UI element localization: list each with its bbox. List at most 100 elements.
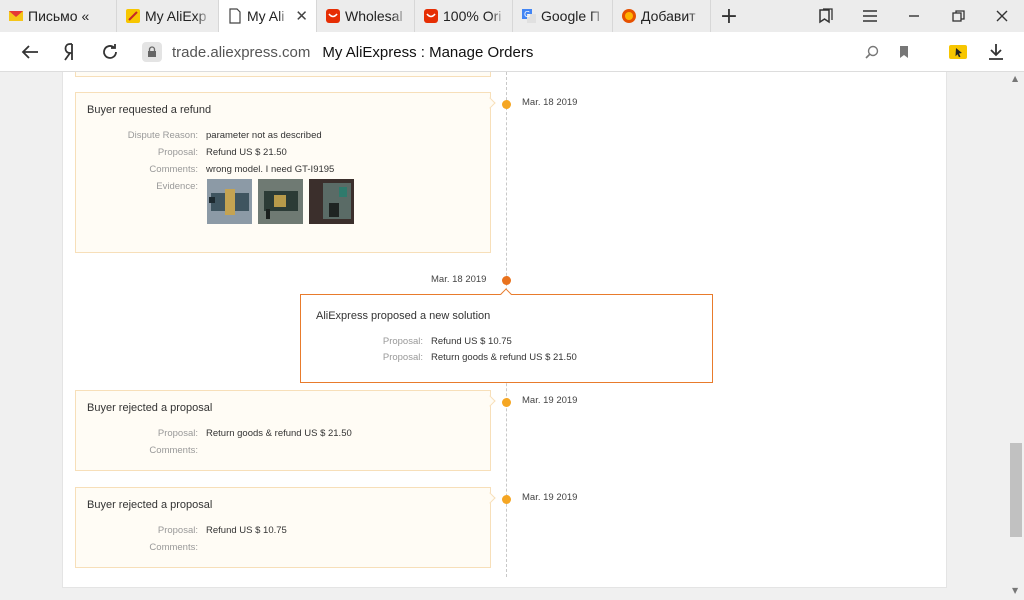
tab-my-aliexpress-active[interactable]: My Ali ✕ [219, 0, 317, 32]
proposal-row: Proposal: Refund US $ 21.50 [76, 147, 287, 158]
tabs-manager-button[interactable] [804, 0, 848, 32]
timeline-card-previous [75, 72, 491, 77]
field-value: Refund US $ 10.75 [206, 525, 287, 536]
mail-icon [9, 11, 23, 21]
tab-label: My Ali [247, 8, 285, 24]
proposal-row: Proposal: Refund US $ 10.75 [76, 525, 287, 536]
event-date: Mar. 18 2019 [522, 97, 578, 108]
dispute-reason-row: Dispute Reason: parameter not as describe… [76, 130, 322, 141]
field-value: parameter not as described [206, 130, 322, 141]
tab-label: My AliExp [145, 8, 207, 24]
card-title: Buyer requested a refund [87, 104, 212, 116]
timeline-dot [502, 398, 511, 407]
extension-button[interactable] [944, 38, 972, 66]
evidence-thumbnail-2[interactable] [258, 179, 303, 224]
yandex-button[interactable] [56, 38, 84, 66]
event-date: Mar. 19 2019 [522, 395, 578, 406]
extension-icon [622, 9, 636, 23]
card-pointer [484, 395, 496, 407]
card-pointer [484, 97, 496, 109]
tab-extension[interactable]: Добавит [613, 0, 711, 32]
minimize-button[interactable] [892, 0, 936, 32]
event-date: Mar. 19 2019 [522, 492, 578, 503]
timeline-dot [502, 495, 511, 504]
search-page-button[interactable] [858, 38, 886, 66]
timeline-card-buyer-rejected: Buyer rejected a proposal Proposal: Refun… [75, 487, 496, 568]
reload-icon [103, 44, 117, 59]
timeline-card-aliexpress-solution: AliExpress proposed a new solution Propo… [300, 288, 713, 383]
google-translate-icon: G [522, 9, 536, 23]
evidence-row: Evidence: [76, 181, 206, 192]
restore-button[interactable] [936, 0, 980, 32]
card-title: AliExpress proposed a new solution [316, 310, 491, 322]
event-date: Mar. 18 2019 [431, 274, 487, 285]
bookmark-button[interactable] [890, 38, 918, 66]
scroll-up-icon[interactable]: ▲ [1012, 74, 1018, 83]
tab-wholesale[interactable]: Wholesal [317, 0, 415, 32]
close-tab-icon[interactable]: ✕ [295, 7, 308, 25]
field-label: Dispute Reason: [127, 130, 198, 141]
hamburger-icon [863, 10, 877, 22]
aliexpress-icon [326, 9, 340, 23]
lock-icon[interactable] [142, 42, 162, 62]
yandex-logo-icon [64, 43, 73, 61]
url-domain: trade.aliexpress.com [172, 43, 311, 61]
tab-label: Добавит [641, 8, 696, 24]
svg-text:G: G [524, 10, 530, 19]
close-window-button[interactable] [980, 0, 1024, 32]
comments-row: Comments: wrong model. I need GT-I9195 [76, 164, 334, 175]
tab-label: Wholesal [345, 8, 403, 24]
tab-label: Google П [541, 8, 601, 24]
tab-my-aliexpress[interactable]: My AliExp [117, 0, 219, 32]
field-label: Proposal: [382, 336, 423, 347]
tab-original[interactable]: 100% Ori [415, 0, 513, 32]
field-label: Comments: [149, 542, 198, 553]
minimize-icon [909, 15, 919, 17]
menu-button[interactable] [848, 0, 892, 32]
field-value: Refund US $ 10.75 [431, 336, 512, 347]
scrollbar-thumb[interactable] [1010, 443, 1022, 537]
close-icon [996, 10, 1008, 22]
aliexpress-icon [126, 9, 140, 23]
search-icon [865, 45, 879, 59]
proposal-row: Proposal: Refund US $ 10.75 [301, 336, 512, 347]
page-icon [229, 8, 241, 24]
field-value: Return goods & refund US $ 21.50 [206, 428, 352, 439]
field-label: Proposal: [157, 147, 198, 158]
back-button[interactable] [16, 38, 44, 66]
dispute-timeline: Buyer requested a refund Dispute Reason:… [62, 72, 947, 588]
bookmark-tabs-icon [819, 8, 833, 24]
arrow-left-icon [21, 45, 38, 59]
downloads-button[interactable] [982, 38, 1010, 66]
field-label: Proposal: [382, 352, 423, 363]
field-label: Proposal: [157, 428, 198, 439]
proposal-row: Proposal: Return goods & refund US $ 21.5… [76, 428, 352, 439]
card-pointer [500, 288, 512, 300]
address-bar: trade.aliexpress.com My AliExpress : Man… [0, 32, 1024, 72]
comments-row: Comments: [76, 445, 206, 456]
bookmark-icon [900, 46, 908, 58]
scroll-down-icon[interactable]: ▼ [1012, 586, 1018, 595]
field-label: Comments: [149, 445, 198, 456]
comments-row: Comments: [76, 542, 206, 553]
cursor-extension-icon [949, 45, 967, 59]
evidence-thumbnail-1[interactable] [207, 179, 252, 224]
url-field[interactable]: trade.aliexpress.com My AliExpress : Man… [134, 36, 924, 68]
evidence-thumbnail-3[interactable] [309, 179, 354, 224]
field-value: Refund US $ 21.50 [206, 147, 287, 158]
tab-google-translate[interactable]: G Google П [513, 0, 613, 32]
field-value: wrong model. I need GT-I9195 [206, 164, 335, 175]
download-icon [989, 44, 1003, 60]
tab-mail[interactable]: Письмо « [0, 0, 117, 32]
timeline-card-buyer-rejected: Buyer rejected a proposal Proposal: Retur… [75, 390, 496, 471]
proposal-row: Proposal: Return goods & refund US $ 21.5… [301, 352, 577, 363]
tab-label: 100% Ori [443, 8, 502, 24]
reload-button[interactable] [96, 38, 124, 66]
field-value: Return goods & refund US $ 21.50 [431, 352, 577, 363]
timeline-dot [502, 100, 511, 109]
card-title: Buyer rejected a proposal [87, 499, 213, 511]
tab-label: Письмо « [28, 8, 90, 24]
new-tab-button[interactable]: + [711, 0, 747, 32]
restore-icon [951, 9, 965, 22]
card-pointer [484, 492, 496, 504]
